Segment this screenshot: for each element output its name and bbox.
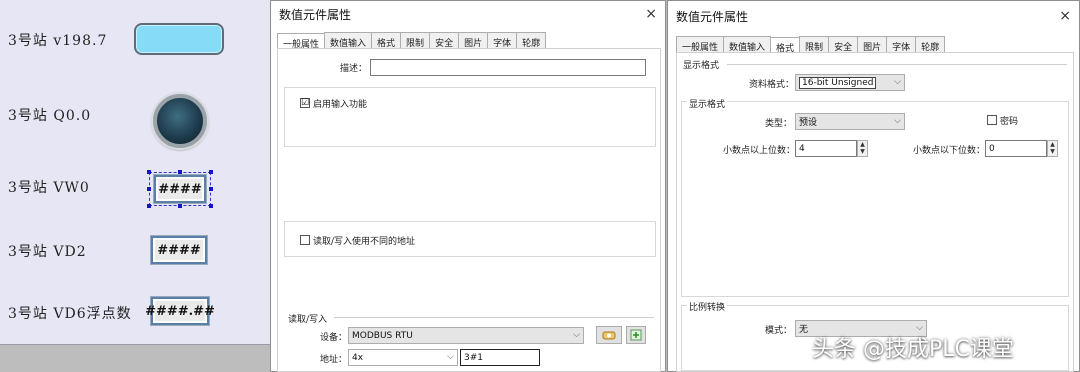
row-label-vd2: 3号站 VD2 — [8, 244, 87, 260]
group-separator — [334, 317, 654, 318]
row-label-q00: 3号站 Q0.0 — [8, 108, 92, 124]
mode-label: 模式： — [765, 326, 793, 336]
frac-digits-input[interactable]: 0 — [985, 140, 1047, 157]
selection-handle[interactable] — [209, 187, 213, 191]
display-format-group2-label: 显示格式 — [687, 97, 728, 110]
screen: 3号站 v198.7 3号站 Q0.0 3号站 VW0 #### 3号站 VD2… — [0, 0, 1080, 372]
description-input[interactable] — [370, 59, 646, 76]
password-checkbox[interactable] — [987, 115, 997, 125]
close-icon[interactable]: × — [1059, 8, 1071, 24]
type-value: 预设 — [799, 118, 818, 128]
int-digits-label: 小数点以上位数： — [723, 146, 796, 156]
enable-input-group — [284, 87, 656, 147]
display-format-group — [681, 101, 1069, 297]
mode-value: 无 — [799, 325, 809, 335]
type-select[interactable]: 预设 ⌵ — [795, 113, 905, 130]
bit-lamp-q00[interactable] — [153, 94, 207, 148]
data-format-select[interactable]: 16-bit Unsigned ⌵ — [795, 74, 905, 91]
dialog-titlebar: 数值元件属性 × — [668, 1, 1079, 31]
selection-handle[interactable] — [178, 204, 182, 208]
type-label: 类型： — [765, 119, 793, 129]
address-type-value: 4x — [352, 352, 364, 363]
numeric-properties-dialog-format: 数值元件属性 × 一般属性 数值输入 格式 限制 安全 图片 字体 轮廓 显示格… — [667, 0, 1080, 372]
selection-handle[interactable] — [147, 170, 151, 174]
device-select[interactable]: MODBUS RTU ⌵ — [348, 327, 584, 344]
device-select-value: MODBUS RTU — [352, 330, 413, 341]
canvas-bottom-area — [0, 345, 270, 372]
enable-input-checkbox[interactable]: ☑ — [300, 98, 310, 108]
address-label: 地址： — [320, 355, 348, 365]
tab-panel: 描述： ☑ 启用输入功能 读取/写入使用不同的地址 读取/写入 设备： MODB… — [277, 48, 661, 372]
selection-handle[interactable] — [209, 204, 213, 208]
close-icon[interactable]: × — [645, 6, 657, 22]
numeric-properties-dialog-general: 数值元件属性 × 一般属性 数值输入 格式 限制 安全 图片 字体 轮廓 描述：… — [270, 0, 666, 372]
add-icon — [630, 329, 642, 341]
chevron-down-icon: ⌵ — [894, 77, 901, 87]
tab-panel: 显示格式 资料格式： 16-bit Unsigned ⌵ 显示格式 类型： 预设… — [676, 52, 1074, 372]
password-label: 密码 — [1000, 117, 1019, 127]
selection-handle[interactable] — [147, 187, 151, 191]
address-type-select[interactable]: 4x ⌵ — [348, 349, 458, 366]
row-label-v198: 3号站 v198.7 — [8, 33, 108, 49]
chevron-down-icon: ⌵ — [573, 330, 580, 340]
int-digits-input[interactable]: 4 — [795, 140, 857, 157]
dialog-titlebar: 数值元件属性 × — [271, 1, 665, 27]
device-settings-button[interactable] — [596, 326, 622, 344]
frac-digits-spinner[interactable]: ▲ ▼ — [1047, 140, 1058, 157]
selection-handle[interactable] — [209, 170, 213, 174]
selection-handle[interactable] — [147, 204, 151, 208]
chevron-down-icon: ⌵ — [447, 352, 454, 362]
watermark: 头条 @技成PLC课堂 — [812, 337, 1014, 362]
display-format-group-label: 显示格式 — [683, 61, 720, 71]
numeric-display-v198[interactable] — [134, 23, 224, 55]
device-label: 设备： — [320, 333, 348, 343]
hmi-canvas[interactable]: 3号站 v198.7 3号站 Q0.0 3号站 VW0 #### 3号站 VD2… — [0, 0, 270, 345]
int-digits-spinner[interactable]: ▲ ▼ — [857, 140, 868, 157]
group-separator — [727, 64, 1067, 65]
diff-address-label: 读取/写入使用不同的地址 — [313, 237, 416, 247]
row-label-vw0: 3号站 VW0 — [8, 180, 90, 196]
numeric-input-vd6[interactable]: ####.## — [145, 297, 215, 325]
enable-input-label: 启用输入功能 — [313, 100, 368, 110]
description-label: 描述： — [340, 64, 368, 74]
row-label-vd6: 3号站 VD6浮点数 — [8, 306, 132, 322]
data-format-value: 16-bit Unsigned — [799, 76, 877, 89]
add-device-button[interactable] — [626, 326, 646, 344]
chevron-down-icon: ⌵ — [894, 116, 901, 126]
address-input[interactable]: 3#1 — [460, 349, 540, 366]
numeric-input-vw0[interactable]: #### — [154, 175, 206, 203]
numeric-input-vd2[interactable]: #### — [151, 236, 207, 264]
data-format-label: 资料格式： — [749, 80, 795, 90]
diff-address-checkbox[interactable] — [300, 235, 310, 245]
rw-group-label: 读取/写入 — [288, 315, 328, 325]
frac-digits-label: 小数点以下位数： — [913, 146, 986, 156]
selection-handle[interactable] — [178, 170, 182, 174]
dialog-title: 数值元件属性 — [279, 7, 352, 22]
dialog-title: 数值元件属性 — [676, 9, 749, 24]
scaling-group-label: 比例转换 — [687, 300, 728, 313]
settings-icon — [602, 331, 616, 340]
